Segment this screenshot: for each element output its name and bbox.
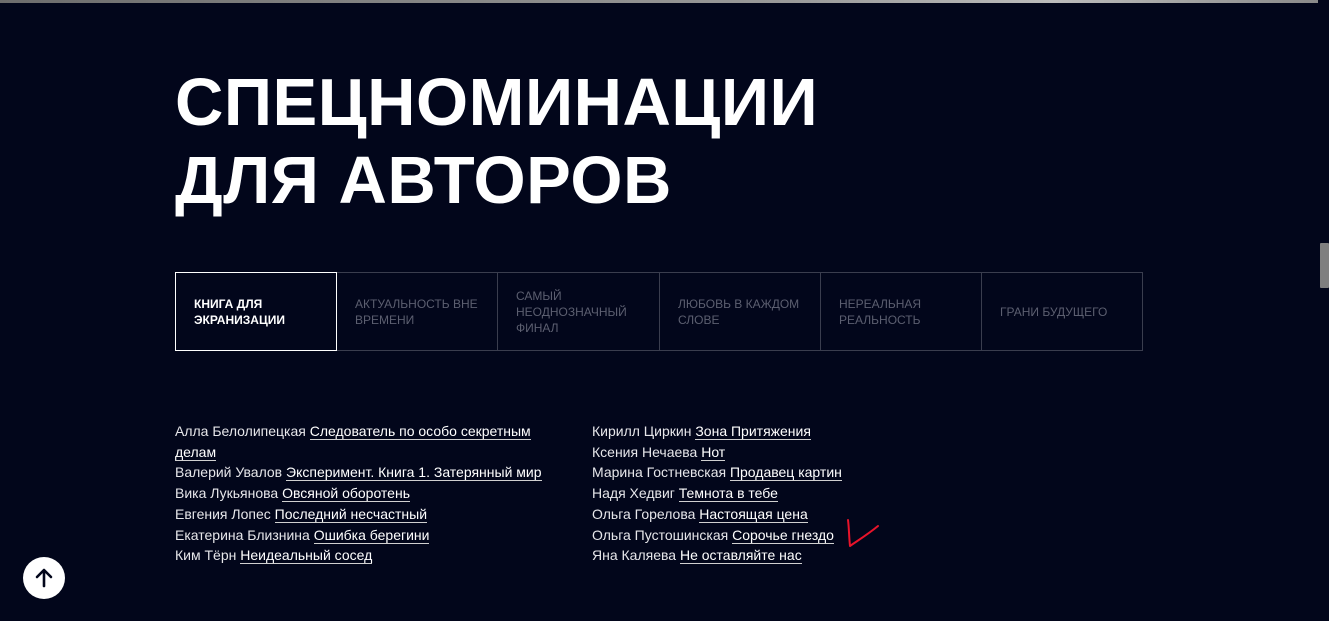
list-item: Евгения Лопес Последний несчастный <box>175 504 545 525</box>
arrow-up-icon <box>35 568 53 588</box>
book-link[interactable]: Нот <box>701 443 726 461</box>
author-name: Валерий Увалов <box>175 464 283 481</box>
book-link[interactable]: Последний несчастный <box>274 505 428 523</box>
tab-facets-of-future[interactable]: ГРАНИ БУДУЩЕГО <box>982 273 1142 350</box>
tab-label: ГРАНИ БУДУЩЕГО <box>1000 304 1108 319</box>
list-item: Ксения Нечаева Нот <box>592 442 962 463</box>
nominee-column-left: Алла Белолипецкая Следователь по особо с… <box>175 421 545 566</box>
list-item: Марина Гостневская Продавец картин <box>592 462 962 483</box>
author-name: Яна Каляева <box>592 547 677 564</box>
author-name: Марина Гостневская <box>592 464 727 481</box>
author-name: Ольга Горелова <box>592 505 696 522</box>
list-item: Ким Тёрн Неидеальный сосед <box>175 545 545 566</box>
tab-timeless-relevance[interactable]: АКТУАЛЬНОСТЬ ВНЕ ВРЕМЕНИ <box>337 273 498 350</box>
nomination-tabs: КНИГА ДЛЯ ЭКРАНИЗАЦИИ АКТУАЛЬНОСТЬ ВНЕ В… <box>175 272 1143 351</box>
book-link[interactable]: Продавец картин <box>729 464 842 482</box>
red-checkmark-annotation <box>847 519 879 547</box>
list-item: Ольга Горелова Настоящая цена <box>592 504 962 525</box>
author-name: Вика Лукьянова <box>175 485 279 502</box>
book-link[interactable]: Темнота в тебе <box>678 485 778 503</box>
book-link[interactable]: Неидеальный сосед <box>240 547 373 565</box>
list-item: Кирилл Циркин Зона Притяжения <box>592 421 962 442</box>
list-item: Ольга Пустошинская Сорочье гнездо <box>592 525 962 546</box>
page-title-line-2: ДЛЯ АВТОРОВ <box>175 143 672 218</box>
list-item: Екатерина Близнина Ошибка берегини <box>175 525 545 546</box>
tab-label: САМЫЙ НЕОДНОЗНАЧНЫЙ ФИНАЛ <box>516 288 627 335</box>
author-name: Кирилл Циркин <box>592 423 692 439</box>
tab-label: АКТУАЛЬНОСТЬ ВНЕ ВРЕМЕНИ <box>355 296 478 327</box>
book-link[interactable]: Ошибка берегини <box>313 526 430 544</box>
book-link[interactable]: Зона Притяжения <box>695 423 811 440</box>
author-name: Ксения Нечаева <box>592 443 698 460</box>
book-link[interactable]: Сорочье гнездо <box>732 526 834 544</box>
top-strip <box>0 0 1318 3</box>
scroll-to-top-button[interactable] <box>23 557 65 599</box>
list-item: Вика Лукьянова Овсяной оборотень <box>175 483 545 504</box>
author-name: Алла Белолипецкая <box>175 423 306 439</box>
list-item: Надя Хедвиг Темнота в тебе <box>592 483 962 504</box>
list-item: Валерий Увалов Эксперимент. Книга 1. Зат… <box>175 462 545 483</box>
author-name: Надя Хедвиг <box>592 485 675 502</box>
scrollbar-thumb[interactable] <box>1320 243 1329 288</box>
book-link[interactable]: Овсяной оборотень <box>282 485 410 503</box>
list-item: Алла Белолипецкая Следователь по особо с… <box>175 421 545 462</box>
tab-book-for-adaptation[interactable]: КНИГА ДЛЯ ЭКРАНИЗАЦИИ <box>175 272 337 351</box>
author-name: Ольга Пустошинская <box>592 526 729 543</box>
book-link[interactable]: Не оставляйте нас <box>679 547 802 565</box>
tab-unreal-reality[interactable]: НЕРЕАЛЬНАЯ РЕАЛЬНОСТЬ <box>821 273 982 350</box>
author-name: Ким Тёрн <box>175 547 237 564</box>
tab-label: КНИГА ДЛЯ ЭКРАНИЗАЦИИ <box>194 296 285 327</box>
tab-label: НЕРЕАЛЬНАЯ РЕАЛЬНОСТЬ <box>839 296 922 327</box>
tab-label: ЛЮБОВЬ В КАЖДОМ СЛОВЕ <box>678 296 800 327</box>
book-link[interactable]: Настоящая цена <box>699 505 808 523</box>
tab-ambiguous-ending[interactable]: САМЫЙ НЕОДНОЗНАЧНЫЙ ФИНАЛ <box>498 273 660 350</box>
page-title-line-1: СПЕЦНОМИНАЦИИ <box>175 65 819 140</box>
book-link[interactable]: Эксперимент. Книга 1. Затерянный мир <box>286 464 542 482</box>
tab-love-in-every-word[interactable]: ЛЮБОВЬ В КАЖДОМ СЛОВЕ <box>660 273 821 350</box>
page-title: СПЕЦНОМИНАЦИИ ДЛЯ АВТОРОВ <box>175 64 818 220</box>
author-name: Евгения Лопес <box>175 505 271 522</box>
nominee-column-right: Кирилл Циркин Зона Притяжения Ксения Неч… <box>592 421 962 566</box>
scrollbar[interactable] <box>1318 0 1329 621</box>
author-name: Екатерина Близнина <box>175 526 310 543</box>
list-item: Яна Каляева Не оставляйте нас <box>592 545 962 566</box>
